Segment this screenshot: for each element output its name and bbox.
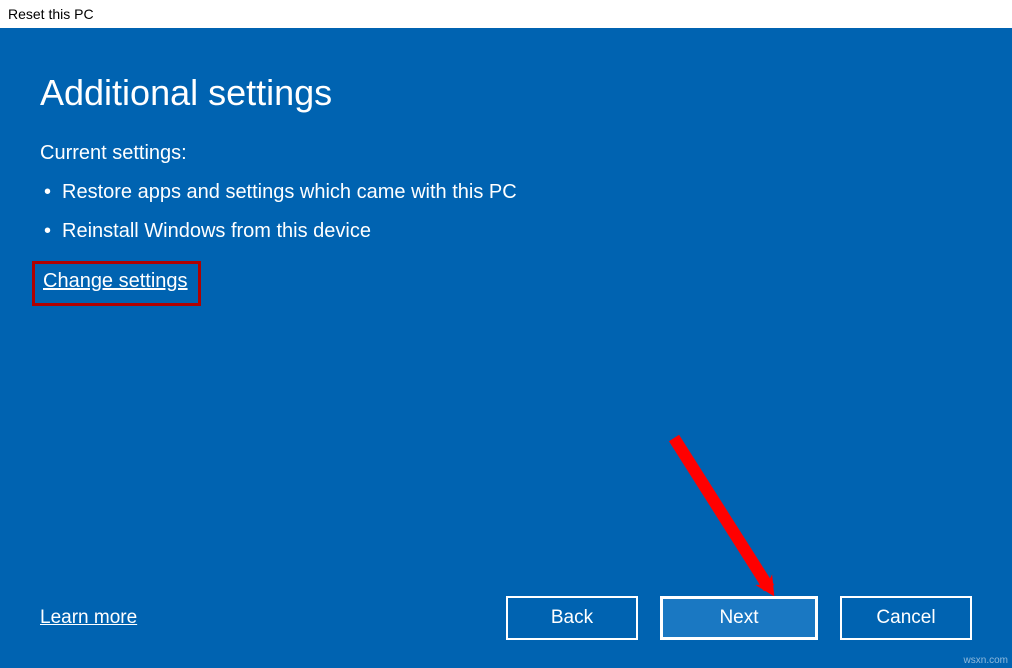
current-settings-list: Restore apps and settings which came wit… — [40, 181, 972, 243]
watermark: wsxn.com — [964, 655, 1008, 666]
learn-more-link[interactable]: Learn more — [40, 607, 137, 629]
change-settings-highlight: Change settings — [32, 261, 201, 306]
cancel-button[interactable]: Cancel — [840, 596, 972, 640]
arrow-annotation-icon — [654, 428, 814, 618]
list-item: Restore apps and settings which came wit… — [40, 181, 972, 204]
page-heading: Additional settings — [40, 72, 972, 114]
change-settings-link[interactable]: Change settings — [43, 270, 188, 292]
next-button[interactable]: Next — [660, 596, 818, 640]
window-title: Reset this PC — [8, 6, 94, 22]
list-item: Reinstall Windows from this device — [40, 220, 972, 243]
button-row: Back Next Cancel — [506, 596, 972, 640]
back-button[interactable]: Back — [506, 596, 638, 640]
title-bar: Reset this PC — [0, 0, 1012, 28]
current-settings-label: Current settings: — [40, 142, 972, 165]
wizard-body: Additional settings Current settings: Re… — [0, 28, 1012, 668]
wizard-footer: Learn more Back Next Cancel — [40, 596, 972, 640]
